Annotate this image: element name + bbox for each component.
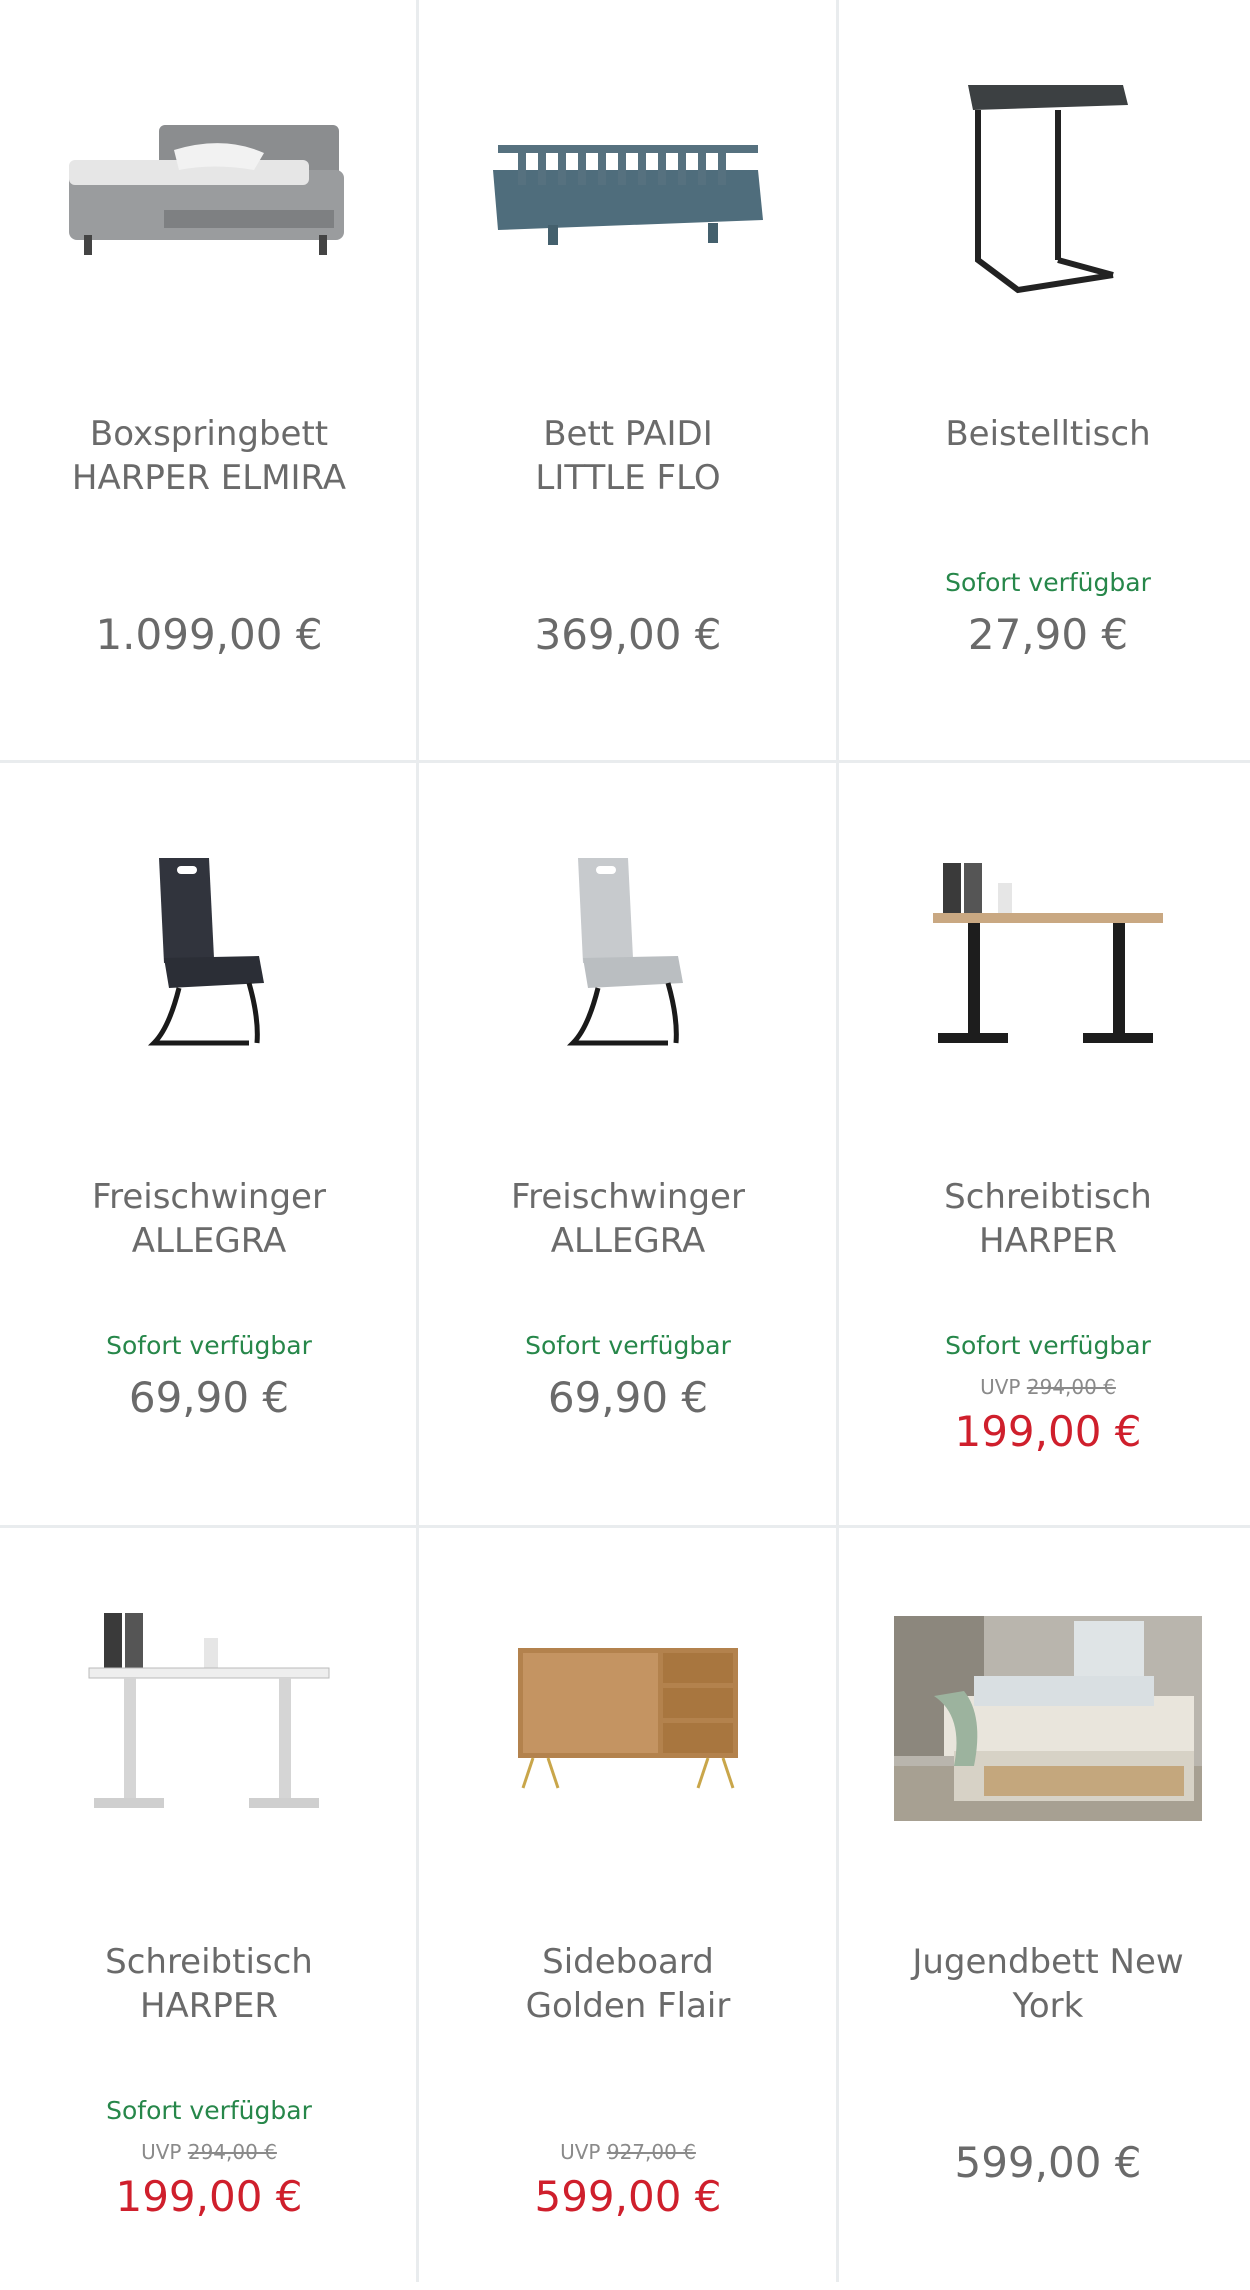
product-title[interactable]: Sideboard Golden Flair (429, 1940, 827, 2028)
product-image-boxspring-bed[interactable] (0, 0, 418, 380)
product-image-kids-bed[interactable] (419, 0, 837, 380)
product-price: 69,90 € (547, 1373, 709, 1422)
product-price: 369,00 € (534, 610, 722, 659)
product-price: 599,00 € (954, 2138, 1142, 2187)
product-card-schreibtisch-white[interactable]: Schreibtisch HARPER Sofort verfügbar UVP … (0, 1528, 418, 2290)
product-title[interactable]: Freischwinger ALLEGRA (10, 1175, 408, 1263)
product-price: 27,90 € (967, 610, 1129, 659)
availability-badge: Sofort verfügbar (945, 1331, 1151, 1360)
product-card-freischwinger-light[interactable]: Freischwinger ALLEGRA Sofort verfügbar 69… (419, 763, 837, 1525)
product-price: 69,90 € (128, 1373, 290, 1422)
uvp-price: UVP 294,00 € (980, 1375, 1116, 1399)
product-price: 199,00 € (954, 1407, 1142, 1456)
product-card-jugendbett[interactable]: Jugendbett New York 599,00 € (839, 1528, 1250, 2290)
product-card-freischwinger-dark[interactable]: Freischwinger ALLEGRA Sofort verfügbar 69… (0, 763, 418, 1525)
product-card-sideboard[interactable]: Sideboard Golden Flair UVP 927,00 € 599,0… (419, 1528, 837, 2290)
product-price: 599,00 € (534, 2172, 722, 2221)
product-title[interactable]: Schreibtisch HARPER (10, 1940, 408, 2028)
availability-badge: Sofort verfügbar (106, 1331, 312, 1360)
product-title[interactable]: Freischwinger ALLEGRA (429, 1175, 827, 1263)
availability-badge: Sofort verfügbar (106, 2096, 312, 2125)
product-image-sideboard[interactable] (419, 1528, 837, 1908)
product-title[interactable]: Schreibtisch HARPER (849, 1175, 1247, 1263)
availability-badge: Sofort verfügbar (525, 1331, 731, 1360)
product-card-beistelltisch[interactable]: Beistelltisch Sofort verfügbar 27,90 € (839, 0, 1250, 762)
product-card-boxspringbett[interactable]: Boxspringbett HARPER ELMIRA 1.099,00 € (0, 0, 418, 762)
product-title[interactable]: Jugendbett New York (849, 1940, 1247, 2028)
product-title[interactable]: Boxspringbett HARPER ELMIRA (10, 412, 408, 500)
product-card-bett-paidi[interactable]: Bett PAIDI LITTLE FLO 369,00 € (419, 0, 837, 762)
uvp-price: UVP 927,00 € (560, 2140, 696, 2164)
product-image-standing-desk-black[interactable] (839, 763, 1250, 1143)
uvp-price: UVP 294,00 € (141, 2140, 277, 2164)
product-title[interactable]: Bett PAIDI LITTLE FLO (429, 412, 827, 500)
product-image-standing-desk-white[interactable] (0, 1528, 418, 1908)
product-price: 1.099,00 € (95, 610, 323, 659)
availability-badge: Sofort verfügbar (945, 568, 1151, 597)
product-image-cantilever-chair-dark[interactable] (0, 763, 418, 1143)
product-price: 199,00 € (115, 2172, 303, 2221)
product-grid: Boxspringbett HARPER ELMIRA 1.099,00 € B… (0, 0, 1250, 2282)
product-image-side-table[interactable] (839, 0, 1250, 380)
product-image-youth-bed-room[interactable] (839, 1528, 1250, 1908)
product-image-cantilever-chair-light[interactable] (419, 763, 837, 1143)
product-title[interactable]: Beistelltisch (849, 412, 1247, 456)
product-card-schreibtisch-black[interactable]: Schreibtisch HARPER Sofort verfügbar UVP … (839, 763, 1250, 1525)
